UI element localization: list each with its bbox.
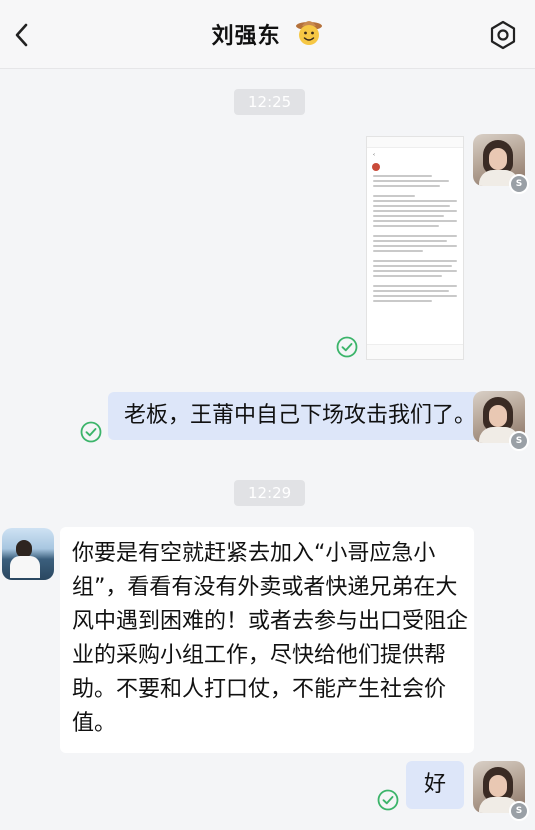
message-bubble-right[interactable]: 好 xyxy=(406,761,464,809)
timestamp: 12:25 xyxy=(234,89,306,115)
message-line: 业的采购小组工作，尽快给他们提供帮 xyxy=(72,643,447,668)
cowboy-face-emoji-icon xyxy=(296,21,323,45)
message-line: 助。不要和人打口仗，不能产生社会价 xyxy=(72,677,447,702)
contact-name: 刘强东 xyxy=(211,24,281,49)
avatar-badge: S xyxy=(509,174,529,194)
chat-title: 刘强东 xyxy=(0,18,535,50)
message-line: 风中遇到困难的！或者去参与出口受阻企 xyxy=(72,609,469,634)
message-line: 值。 xyxy=(72,711,117,736)
message-bubble-right[interactable]: 老板，王莆中自己下场攻击我们了。 xyxy=(108,392,480,440)
message-text: 好 xyxy=(423,772,446,797)
avatar-badge: S xyxy=(509,431,529,451)
message-image[interactable]: ‹ xyxy=(366,136,464,360)
message-bubble-left[interactable]: 你要是有空就赶紧去加入“小哥应急小 组”，看看有没有外卖或者快递兄弟在大 风中遇… xyxy=(60,527,474,753)
settings-icon[interactable] xyxy=(487,19,519,51)
chat-header: 刘强东 xyxy=(0,0,535,69)
contact-avatar[interactable] xyxy=(2,528,54,580)
read-check-icon xyxy=(80,421,102,443)
message-line: 你要是有空就赶紧去加入“小哥应急小 xyxy=(72,541,436,566)
timestamp: 12:29 xyxy=(234,480,306,506)
message-text: 老板，王莆中自己下场攻击我们了。 xyxy=(124,403,477,428)
read-check-icon xyxy=(336,336,358,358)
message-line: 组”，看看有没有外卖或者快递兄弟在大 xyxy=(72,575,458,600)
avatar-badge: S xyxy=(509,801,529,821)
read-check-icon xyxy=(377,789,399,811)
